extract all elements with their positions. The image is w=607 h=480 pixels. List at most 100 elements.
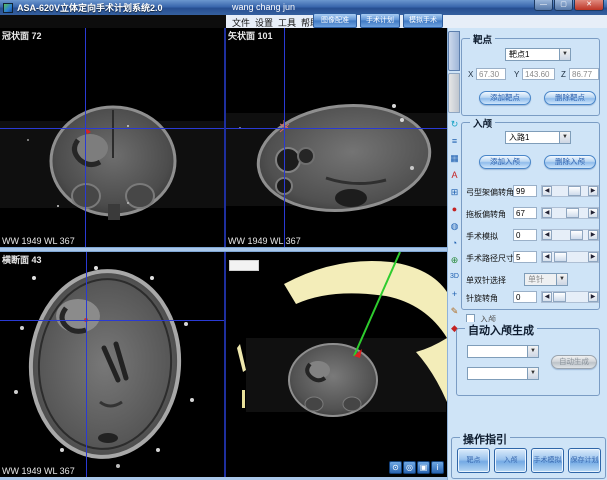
coronal-crosshair-horizontal[interactable] xyxy=(0,128,224,129)
plate-angle-value[interactable]: 67 xyxy=(513,207,537,219)
needle-angle-label: 针旋转角 xyxy=(466,293,498,304)
path-size-slider[interactable]: ◀ ▶ xyxy=(541,251,599,263)
target-select[interactable]: 靶点1 ▼ xyxy=(505,48,571,61)
eye-icon[interactable]: ◔ xyxy=(449,235,461,252)
needle-angle-value[interactable]: 0 xyxy=(513,291,537,303)
chevron-down-icon[interactable]: ▼ xyxy=(527,346,538,357)
path-size-value[interactable]: 5 xyxy=(513,251,537,263)
3d-icon[interactable]: 3D xyxy=(449,269,461,286)
y-coordinate-field[interactable]: 143.60 xyxy=(522,68,555,80)
slider-right-arrow-icon[interactable]: ▶ xyxy=(588,186,598,196)
auto-entry-group-title: 自动入颅生成 xyxy=(465,322,537,338)
3d-tool-icon-4[interactable]: i xyxy=(431,461,444,474)
axial-crosshair-vertical[interactable] xyxy=(86,252,87,477)
slider-right-arrow-icon[interactable]: ▶ xyxy=(588,292,598,302)
x-coordinate-field[interactable]: 67.30 xyxy=(476,68,506,80)
sagittal-crosshair-horizontal[interactable] xyxy=(226,128,447,129)
chevron-down-icon[interactable]: ▼ xyxy=(556,274,567,285)
slider-thumb[interactable] xyxy=(553,292,566,302)
slider-left-arrow-icon[interactable]: ◀ xyxy=(542,186,552,196)
panel-tab-1[interactable] xyxy=(448,31,460,71)
3d-tool-icon-1[interactable]: ⊙ xyxy=(389,461,402,474)
sagittal-crosshair-vertical[interactable] xyxy=(284,28,285,247)
marker-icon[interactable]: ● xyxy=(449,201,461,218)
simulation-slider[interactable]: ◀ ▶ xyxy=(541,229,599,241)
slider-thumb[interactable] xyxy=(554,252,567,262)
grid-icon[interactable]: ▦ xyxy=(449,150,461,167)
slider-left-arrow-icon[interactable]: ◀ xyxy=(542,252,552,262)
path-size-label: 手术路径尺寸 xyxy=(466,253,514,264)
maximize-button[interactable]: ▢ xyxy=(554,0,573,11)
arc-angle-slider[interactable]: ◀ ▶ xyxy=(541,185,599,197)
target-icon[interactable]: ⊕ xyxy=(449,252,461,269)
z-coordinate-field[interactable]: 86.77 xyxy=(569,68,599,80)
target-group: 靶点 靶点1 ▼ X 67.30 Y 143.60 Z 86.77 添加靶点 删… xyxy=(461,38,600,116)
plate-angle-label: 拖板偏转角 xyxy=(466,209,506,220)
slider-thumb[interactable] xyxy=(570,230,583,240)
entry-path-select-value: 入路1 xyxy=(509,133,529,142)
crosshair-icon[interactable]: + xyxy=(449,286,461,303)
auto-entry-select-1[interactable]: ▼ xyxy=(467,345,539,358)
delete-entry-button[interactable]: 删除入颅 xyxy=(544,155,596,169)
globe-icon[interactable]: ◍ xyxy=(449,218,461,235)
3d-tool-icon-2[interactable]: ◎ xyxy=(403,461,416,474)
slider-left-arrow-icon[interactable]: ◀ xyxy=(542,230,552,240)
simulation-value[interactable]: 0 xyxy=(513,229,537,241)
user-name: wang chang jun xyxy=(232,2,295,12)
slider-right-arrow-icon[interactable]: ▶ xyxy=(588,230,598,240)
rotate-icon[interactable]: ↻ xyxy=(449,116,461,133)
target-select-value: 靶点1 xyxy=(509,50,529,59)
slider-right-arrow-icon[interactable]: ▶ xyxy=(588,208,598,218)
auto-generate-button[interactable]: 自动生成 xyxy=(551,355,597,369)
viewport-coronal[interactable]: 冠状面 72 WW 1949 WL 367 xyxy=(0,28,224,247)
x-label: X xyxy=(468,70,473,79)
pen-icon[interactable]: ✎ xyxy=(449,303,461,320)
annotate-icon[interactable]: A xyxy=(449,167,461,184)
guide-simulate-button[interactable]: 手术模拟 xyxy=(531,448,564,473)
slider-left-arrow-icon[interactable]: ◀ xyxy=(542,292,552,302)
needle-angle-slider[interactable]: ◀ ▶ xyxy=(541,291,599,303)
minimize-button[interactable]: — xyxy=(534,0,553,11)
viewport-axial[interactable]: 横断面 43 WW 1949 WL 367 xyxy=(0,252,224,477)
coronal-label: 冠状面 72 xyxy=(2,29,42,42)
slider-thumb[interactable] xyxy=(566,208,579,218)
add-target-button[interactable]: 添加靶点 xyxy=(479,91,531,105)
list-icon[interactable]: ≡ xyxy=(449,133,461,150)
coronal-window-level: WW 1949 WL 367 xyxy=(2,236,75,246)
slider-right-arrow-icon[interactable]: ▶ xyxy=(588,252,598,262)
entry-path-select[interactable]: 入路1 ▼ xyxy=(505,131,571,144)
menu-bar-dark-area xyxy=(0,15,226,28)
guide-entry-button[interactable]: 入颅 xyxy=(494,448,527,473)
plate-angle-slider[interactable]: ◀ ▶ xyxy=(541,207,599,219)
needle-select[interactable]: 单针 ▼ xyxy=(524,273,568,286)
arc-angle-label: 弓型架偏转角 xyxy=(466,187,514,198)
app-icon xyxy=(3,3,13,13)
app-window: ASA-620V立体定向手术计划系统2.0 wang chang jun — ▢… xyxy=(0,0,607,480)
toolbar-button-simulation[interactable]: 模拟手术 xyxy=(403,13,443,28)
toolbar-button-planning[interactable]: 手术计划 xyxy=(360,13,400,28)
delete-target-button[interactable]: 删除靶点 xyxy=(544,91,596,105)
coronal-mri-image xyxy=(0,28,224,247)
title-bar: ASA-620V立体定向手术计划系统2.0 wang chang jun — ▢… xyxy=(0,0,607,15)
needle-select-label: 单双针选择 xyxy=(466,275,506,286)
chevron-down-icon[interactable]: ▼ xyxy=(559,49,570,60)
3d-tool-icon-3[interactable]: ▣ xyxy=(417,461,430,474)
slider-thumb[interactable] xyxy=(568,186,581,196)
arc-angle-value[interactable]: 99 xyxy=(513,185,537,197)
guide-target-button[interactable]: 靶点 xyxy=(457,448,490,473)
viewport-sagittal[interactable]: 矢状面 101 WW 1949 WL 367 xyxy=(226,28,447,247)
add-entry-button[interactable]: 添加入颅 xyxy=(479,155,531,169)
axial-crosshair-horizontal[interactable] xyxy=(0,320,224,321)
slider-left-arrow-icon[interactable]: ◀ xyxy=(542,208,552,218)
auto-entry-select-2[interactable]: ▼ xyxy=(467,367,539,380)
coronal-crosshair-vertical[interactable] xyxy=(85,28,86,247)
chevron-down-icon[interactable]: ▼ xyxy=(527,368,538,379)
layout-icon[interactable]: ⊞ xyxy=(449,184,461,201)
chevron-down-icon[interactable]: ▼ xyxy=(559,132,570,143)
viewport-grid: 冠状面 72 WW 1949 WL 367 xyxy=(0,28,447,477)
toolbar-button-registration[interactable]: 图像配准 xyxy=(313,13,357,28)
panel-tab-2[interactable] xyxy=(448,73,460,113)
guide-save-button[interactable]: 保存计划 xyxy=(568,448,601,473)
close-button[interactable]: ✕ xyxy=(574,0,604,11)
viewport-3d[interactable]: ⊙ ◎ ▣ i xyxy=(226,252,447,477)
